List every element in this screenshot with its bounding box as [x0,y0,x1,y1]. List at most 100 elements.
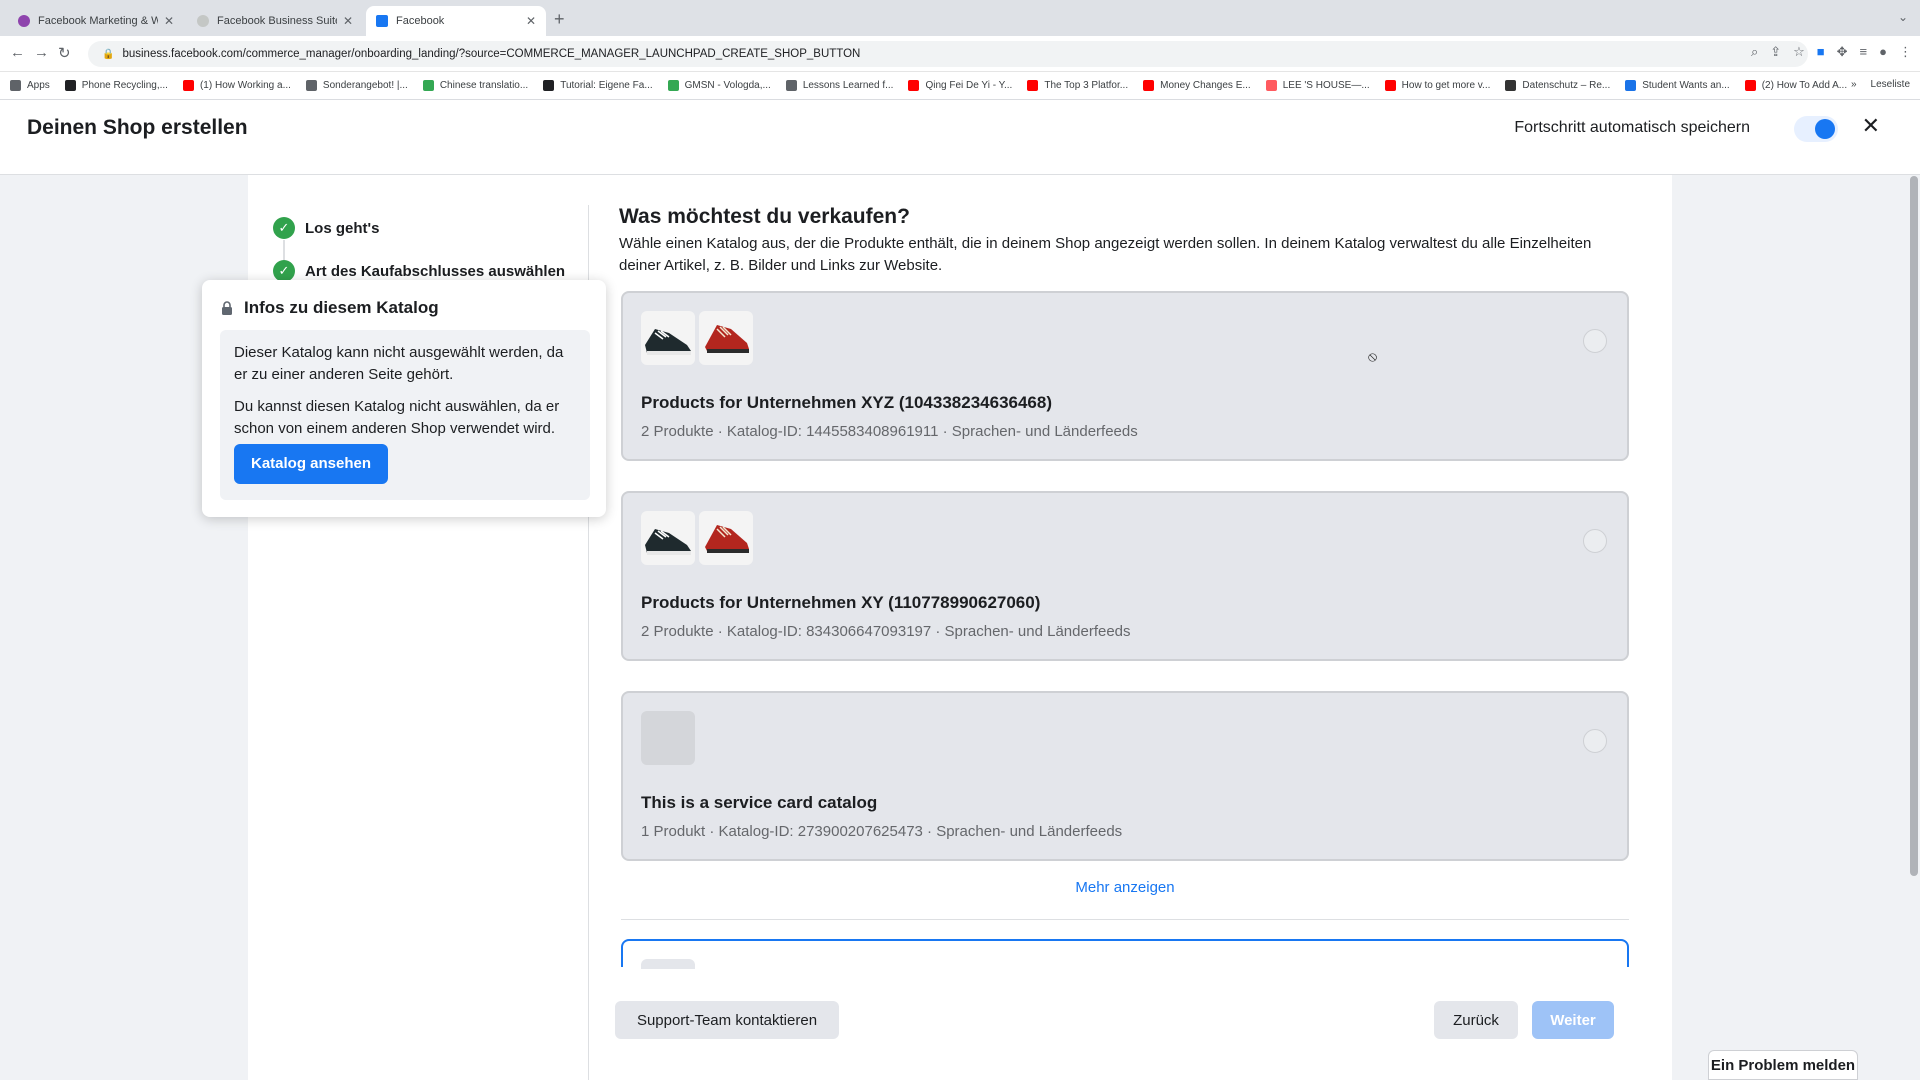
bookmark-label: Phone Recycling,... [81,80,168,91]
bookmark-favicon-icon [182,80,194,91]
catalog-thumbnails [641,311,753,365]
bookmark-item[interactable]: Lessons Learned f... [785,80,893,91]
bookmark-item[interactable]: LEE 'S HOUSE—... [1265,80,1370,91]
bookmark-label: Tutorial: Eigene Fa... [560,80,653,91]
back-button[interactable]: Zurück [1434,1001,1518,1039]
browser-tab-3[interactable]: Facebook ✕ [366,6,546,36]
back-arrow-icon[interactable]: ← [10,44,25,61]
bookmark-favicon-icon [1027,80,1039,91]
toggle-knob [1815,119,1835,139]
bookmark-item[interactable]: Chinese translatio... [422,80,528,91]
tab-search-chevron-icon[interactable]: ⌄ [1898,10,1908,24]
reload-icon[interactable]: ↻ [58,44,71,62]
bookmark-label: LEE 'S HOUSE—... [1282,80,1370,91]
tab-close-icon[interactable]: ✕ [343,14,353,28]
view-catalog-button[interactable]: Katalog ansehen [234,444,388,484]
bookmark-item[interactable]: Tutorial: Eigene Fa... [543,80,653,91]
section-description: Wähle einen Katalog aus, der die Produkt… [619,235,1592,274]
tab-title: Facebook Business Suite [217,15,337,27]
browser-tab-1[interactable]: Facebook Marketing & Werbe ✕ [8,6,184,36]
catalog-meta: 1 Produkt · Katalog-ID: 273900207625473 … [641,823,1123,840]
step-kaufabschluss[interactable]: ✓ Art des Kaufabschlusses auswählen [273,260,565,282]
bookmark-label: Student Wants an... [1642,80,1730,91]
bookmark-item[interactable]: GMSN - Vologda,... [667,80,771,91]
bookmark-star-icon[interactable]: ☆ [1793,44,1805,60]
bookmark-item[interactable]: Sonderangebot! |... [305,80,408,91]
tab-title: Facebook Marketing & Werbe [38,15,158,27]
media-icon[interactable]: ≡ [1860,44,1868,60]
bookmark-item[interactable]: (1) How Working a... [182,80,291,91]
bookmark-item[interactable]: Qing Fei De Yi - Y... [908,80,1012,91]
bookmarks-bar: Apps Phone Recycling,... (1) How Working a… [0,72,1920,100]
bookmark-label: Sonderangebot! |... [322,80,408,91]
catalog-radio[interactable] [1583,329,1607,353]
catalog-radio[interactable] [1583,729,1607,753]
next-button[interactable]: Weiter [1532,1001,1614,1039]
autosave-toggle[interactable] [1794,116,1838,142]
step-connector [283,240,285,260]
browser-menu-icon[interactable]: ⋮ [1899,44,1912,60]
bookmark-item[interactable]: Student Wants an... [1625,80,1730,91]
url-text: business.facebook.com/commerce_manager/o… [122,48,861,60]
step-label: Los geht's [305,219,380,237]
url-field[interactable]: 🔒 business.facebook.com/commerce_manager… [88,41,1808,67]
bookmark-item[interactable]: The Top 3 Platfor... [1027,80,1128,91]
tab-close-icon[interactable]: ✕ [164,14,174,28]
step-label: Art des Kaufabschlusses auswählen [305,262,566,280]
catalog-card-2[interactable]: Products for Unternehmen XY (11077899062… [621,491,1629,661]
bookmark-favicon-icon [1505,80,1517,91]
check-circle-icon: ✓ [273,260,295,282]
extension-facebook-icon[interactable]: ■ [1817,44,1825,60]
share-icon[interactable]: ⇪ [1770,44,1781,60]
new-tab-plus-icon[interactable]: + [554,9,565,30]
bookmark-label: How to get more v... [1401,80,1491,91]
step-los-gehts[interactable]: ✓ Los geht's [273,217,379,239]
popover-title: Infos zu diesem Katalog [244,298,439,317]
bookmarks-overflow[interactable]: » Leseliste [1851,79,1910,90]
bookmark-item[interactable]: Money Changes E... [1143,80,1251,91]
new-catalog-card[interactable] [621,939,1629,969]
forward-arrow-icon[interactable]: → [34,44,49,61]
autosave-label: Fortschritt automatisch speichern [1514,119,1750,136]
bookmark-label: Datenschutz – Re... [1522,80,1611,91]
profile-avatar-icon[interactable]: ● [1879,44,1887,60]
report-problem-button[interactable]: Ein Problem melden [1708,1050,1858,1080]
zoom-icon[interactable]: ⌕ [1751,44,1758,60]
bookmark-favicon-icon [64,80,76,91]
bookmark-item[interactable]: Datenschutz – Re... [1505,80,1610,91]
tab-close-icon[interactable]: ✕ [526,14,536,28]
scrollbar[interactable] [1910,176,1918,876]
page-title: Deinen Shop erstellen [27,116,248,139]
bookmarks-more-icon[interactable]: » [1851,79,1857,90]
catalog-radio[interactable] [1583,529,1607,553]
catalog-meta: 2 Produkte · Katalog-ID: 834306647093197… [641,623,1131,640]
bookmark-item[interactable]: Apps [10,80,50,91]
sneaker-black-image [641,511,695,565]
browser-address-bar: ← → ↻ 🔒 business.facebook.com/commerce_m… [0,36,1920,72]
browser-tab-2[interactable]: Facebook Business Suite ✕ [187,6,363,36]
bookmark-favicon-icon [1625,80,1637,91]
close-icon[interactable]: ✕ [1862,113,1880,139]
reading-list-label[interactable]: Leseliste [1871,79,1910,90]
divider [621,919,1629,920]
show-more-link[interactable]: Mehr anzeigen [621,879,1629,896]
page-header: Deinen Shop erstellen Fortschritt automa… [0,100,1920,175]
bookmark-item[interactable]: Phone Recycling,... [64,80,168,91]
catalog-card-3[interactable]: This is a service card catalog 1 Produkt… [621,691,1629,861]
sneaker-black-image [641,311,695,365]
placeholder-image [641,959,695,969]
lock-icon [222,301,232,315]
bookmark-item[interactable]: (2) How To Add A... [1744,80,1847,91]
catalog-card-1[interactable]: Products for Unternehmen XYZ (1043382346… [621,291,1629,461]
bookmark-label: Qing Fei De Yi - Y... [925,80,1013,91]
bookmark-favicon-icon [1384,80,1396,91]
bookmark-item[interactable]: How to get more v... [1384,80,1491,91]
bookmark-favicon-icon [1143,80,1155,91]
support-button[interactable]: Support-Team kontaktieren [615,1001,839,1039]
browser-toolbar-icons: ⌕ ⇪ ☆ ■ ✥ ≡ ● ⋮ [1751,44,1912,60]
catalog-info-popover: Infos zu diesem Katalog Dieser Katalog k… [202,280,606,517]
extensions-puzzle-icon[interactable]: ✥ [1837,44,1848,60]
popover-text-2: Du kannst diesen Katalog nicht auswählen… [234,398,560,437]
bookmark-favicon-icon [785,80,797,91]
sneaker-red-image [699,311,753,365]
